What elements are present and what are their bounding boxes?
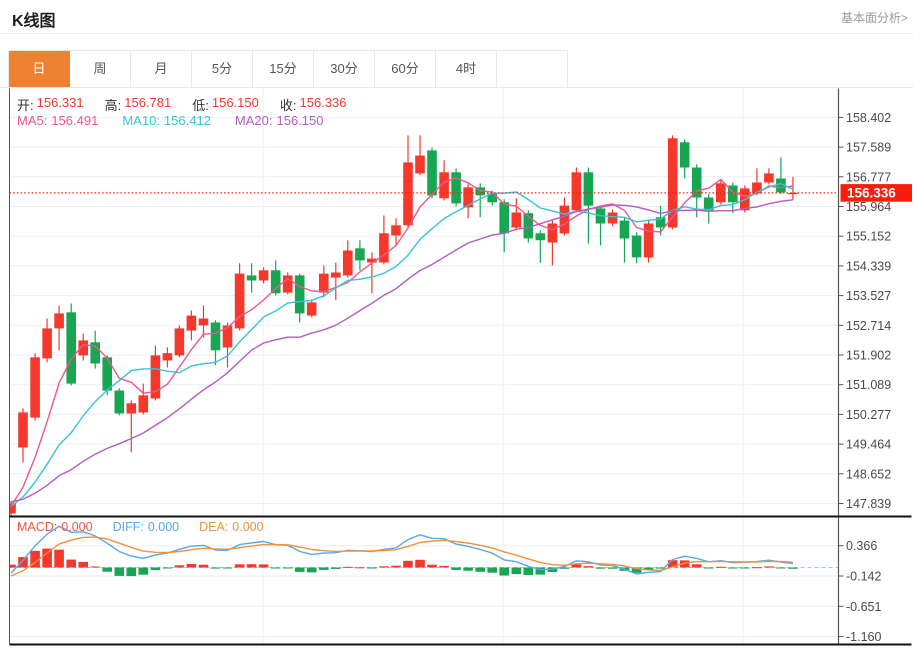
svg-text:152.714: 152.714 [846,319,891,333]
svg-text:0.366: 0.366 [846,539,877,553]
ma10-line [11,184,793,507]
svg-text:154.339: 154.339 [846,259,891,273]
ma20-line [11,200,793,502]
svg-text:156.336: 156.336 [847,186,896,201]
current-price-tag: 156.336 [841,184,913,202]
svg-text:-0.142: -0.142 [846,570,881,584]
svg-text:147.839: 147.839 [846,497,891,511]
svg-text:151.089: 151.089 [846,378,891,392]
svg-text:151.902: 151.902 [846,349,891,363]
svg-text:156.777: 156.777 [846,170,891,184]
svg-text:-1.160: -1.160 [846,630,881,644]
kline-chart-canvas[interactable]: 158.402 157.589 156.777 155.964 155.152 154.3… [0,0,913,651]
macd-histogram [6,549,797,577]
svg-text:158.402: 158.402 [846,111,891,125]
svg-text:153.527: 153.527 [846,289,891,303]
svg-text:149.464: 149.464 [846,438,891,452]
svg-text:150.277: 150.277 [846,408,891,422]
svg-text:157.589: 157.589 [846,141,891,155]
svg-text:155.152: 155.152 [846,230,891,244]
svg-text:155.964: 155.964 [846,200,891,214]
svg-text:148.652: 148.652 [846,467,891,481]
svg-text:-0.651: -0.651 [846,600,881,614]
